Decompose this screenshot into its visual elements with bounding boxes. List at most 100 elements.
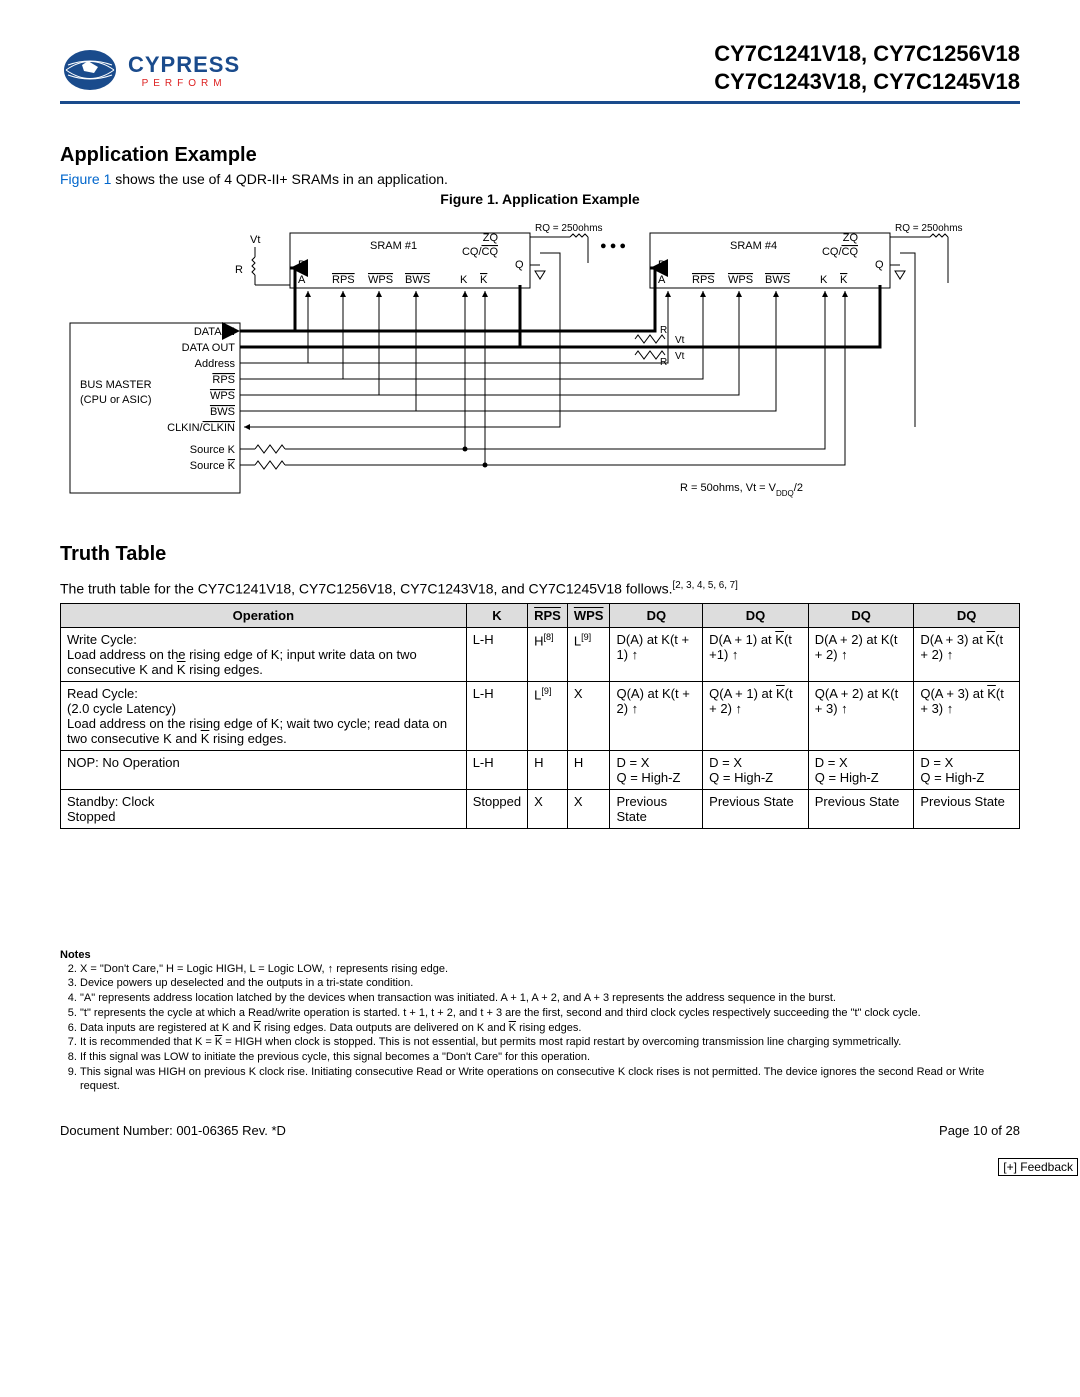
figure1-link[interactable]: Figure 1 (60, 171, 111, 187)
svg-text:DATA OUT: DATA OUT (182, 342, 236, 354)
svg-text:WPS: WPS (368, 274, 393, 286)
truth-intro: The truth table for the CY7C1241V18, CY7… (60, 580, 1020, 597)
svg-text:R: R (660, 357, 667, 368)
cell-k: L-H (466, 627, 527, 681)
svg-text:Vt: Vt (250, 234, 260, 246)
logo-name: CYPRESS (128, 52, 240, 78)
truth-intro-refs: [2, 3, 4, 5, 6, 7] (673, 580, 738, 591)
logo: CYPRESS PERFORM (60, 45, 240, 95)
cell-dq: Q(A) at K(t + 2) ↑ (610, 681, 703, 750)
note-item: If this signal was LOW to initiate the p… (80, 1051, 1020, 1065)
svg-text:Q: Q (875, 259, 884, 271)
cell-op: Standby: ClockStopped (61, 789, 467, 828)
svg-text:K: K (480, 274, 488, 286)
cell-dq: D(A + 1) at K(t +1) ↑ (703, 627, 809, 681)
cell-dq: D = XQ = High-Z (914, 750, 1020, 789)
svg-text:A: A (658, 274, 666, 286)
cell-dq: D = XQ = High-Z (610, 750, 703, 789)
parts-line2: CY7C1243V18, CY7C1245V18 (714, 68, 1020, 96)
note-item: It is recommended that K = K = HIGH when… (80, 1036, 1020, 1050)
table-row: Standby: ClockStopped Stopped X X Previo… (61, 789, 1020, 828)
svg-text:D: D (658, 259, 666, 271)
cell-dq: D(A) at K(t + 1) ↑ (610, 627, 703, 681)
page-header: CYPRESS PERFORM CY7C1241V18, CY7C1256V18… (60, 40, 1020, 104)
app-example-heading: Application Example (60, 144, 1020, 167)
application-diagram: Vt R SRAM #1 D Q A RPS WPS BWS K K ZQ CQ… (60, 213, 1020, 513)
note-item: "A" represents address location latched … (80, 992, 1020, 1006)
svg-text:BWS: BWS (405, 274, 430, 286)
svg-text:A: A (298, 274, 306, 286)
note-item: Data inputs are registered at K and K ri… (80, 1022, 1020, 1036)
cell-wps: L[9] (567, 627, 610, 681)
svg-text:Vt: Vt (675, 351, 685, 362)
svg-text:BUS MASTER: BUS MASTER (80, 379, 152, 391)
app-example-intro: Figure 1 shows the use of 4 QDR-II+ SRAM… (60, 171, 1020, 187)
svg-text:K: K (460, 274, 468, 286)
svg-text:RPS: RPS (332, 274, 355, 286)
svg-text:R: R (660, 325, 667, 336)
cell-k: Stopped (466, 789, 527, 828)
cell-op: Read Cycle:(2.0 cycle Latency)Load addre… (61, 681, 467, 750)
parts-line1: CY7C1241V18, CY7C1256V18 (714, 40, 1020, 68)
svg-text:BWS: BWS (765, 274, 790, 286)
logo-icon (60, 45, 120, 95)
svg-text:ZQ: ZQ (483, 232, 499, 244)
svg-text:K: K (840, 274, 848, 286)
truth-heading: Truth Table (60, 543, 1020, 566)
cell-rps: H[8] (528, 627, 568, 681)
part-numbers: CY7C1241V18, CY7C1256V18 CY7C1243V18, CY… (714, 40, 1020, 95)
svg-text:BWS: BWS (210, 406, 235, 418)
svg-text:R: R (235, 264, 243, 276)
cell-wps: H (567, 750, 610, 789)
svg-text:● ● ●: ● ● ● (600, 240, 626, 252)
cell-dq: D = XQ = High-Z (703, 750, 809, 789)
cell-dq: Previous State (703, 789, 809, 828)
cell-k: L-H (466, 681, 527, 750)
table-header-row: Operation K RPS WPS DQ DQ DQ DQ (61, 603, 1020, 627)
notes-title: Notes (60, 949, 1020, 961)
th-operation: Operation (61, 603, 467, 627)
svg-text:Source K: Source K (190, 444, 236, 456)
th-wps: WPS (567, 603, 610, 627)
notes-list: X = "Don't Care," H = Logic HIGH, L = Lo… (60, 963, 1020, 1094)
svg-text:R = 50ohms, Vt = VDDQ/2: R = 50ohms, Vt = VDDQ/2 (680, 482, 803, 498)
table-row: Write Cycle:Load address on the rising e… (61, 627, 1020, 681)
feedback-button[interactable]: [+] Feedback (998, 1158, 1078, 1176)
th-k: K (466, 603, 527, 627)
svg-text:Vt: Vt (675, 335, 685, 346)
th-dq2: DQ (703, 603, 809, 627)
cell-wps: X (567, 681, 610, 750)
note-item: X = "Don't Care," H = Logic HIGH, L = Lo… (80, 963, 1020, 977)
cell-rps: X (528, 789, 568, 828)
cell-dq: D = XQ = High-Z (808, 750, 914, 789)
truth-table: Operation K RPS WPS DQ DQ DQ DQ Write Cy… (60, 603, 1020, 829)
svg-text:RQ = 250ohms: RQ = 250ohms (535, 223, 603, 234)
cell-rps: H (528, 750, 568, 789)
cell-dq: D(A + 2) at K(t + 2) ↑ (808, 627, 914, 681)
svg-text:RPS: RPS (692, 274, 715, 286)
table-row: Read Cycle:(2.0 cycle Latency)Load addre… (61, 681, 1020, 750)
svg-text:WPS: WPS (728, 274, 753, 286)
cell-dq: Previous State (808, 789, 914, 828)
app-example-intro-rest: shows the use of 4 QDR-II+ SRAMs in an a… (111, 171, 448, 187)
cell-op: Write Cycle:Load address on the rising e… (61, 627, 467, 681)
svg-text:K: K (820, 274, 828, 286)
th-rps: RPS (528, 603, 568, 627)
svg-text:RPS: RPS (212, 374, 235, 386)
cell-wps: X (567, 789, 610, 828)
th-dq4: DQ (914, 603, 1020, 627)
note-item: This signal was HIGH on previous K clock… (80, 1066, 1020, 1094)
svg-text:SRAM #4: SRAM #4 (730, 240, 777, 252)
svg-text:Q: Q (515, 259, 524, 271)
cell-dq: D(A + 3) at K(t + 2) ↑ (914, 627, 1020, 681)
svg-text:Address: Address (195, 358, 236, 370)
figure-caption: Figure 1. Application Example (60, 191, 1020, 207)
page-number: Page 10 of 28 (939, 1123, 1020, 1138)
cell-dq: Previous State (914, 789, 1020, 828)
th-dq1: DQ (610, 603, 703, 627)
cell-dq: Q(A + 2) at K(t + 3) ↑ (808, 681, 914, 750)
svg-text:D: D (298, 259, 306, 271)
table-row: NOP: No Operation L-H H H D = XQ = High-… (61, 750, 1020, 789)
svg-text:RQ = 250ohms: RQ = 250ohms (895, 223, 963, 234)
svg-text:ZQ: ZQ (843, 232, 859, 244)
